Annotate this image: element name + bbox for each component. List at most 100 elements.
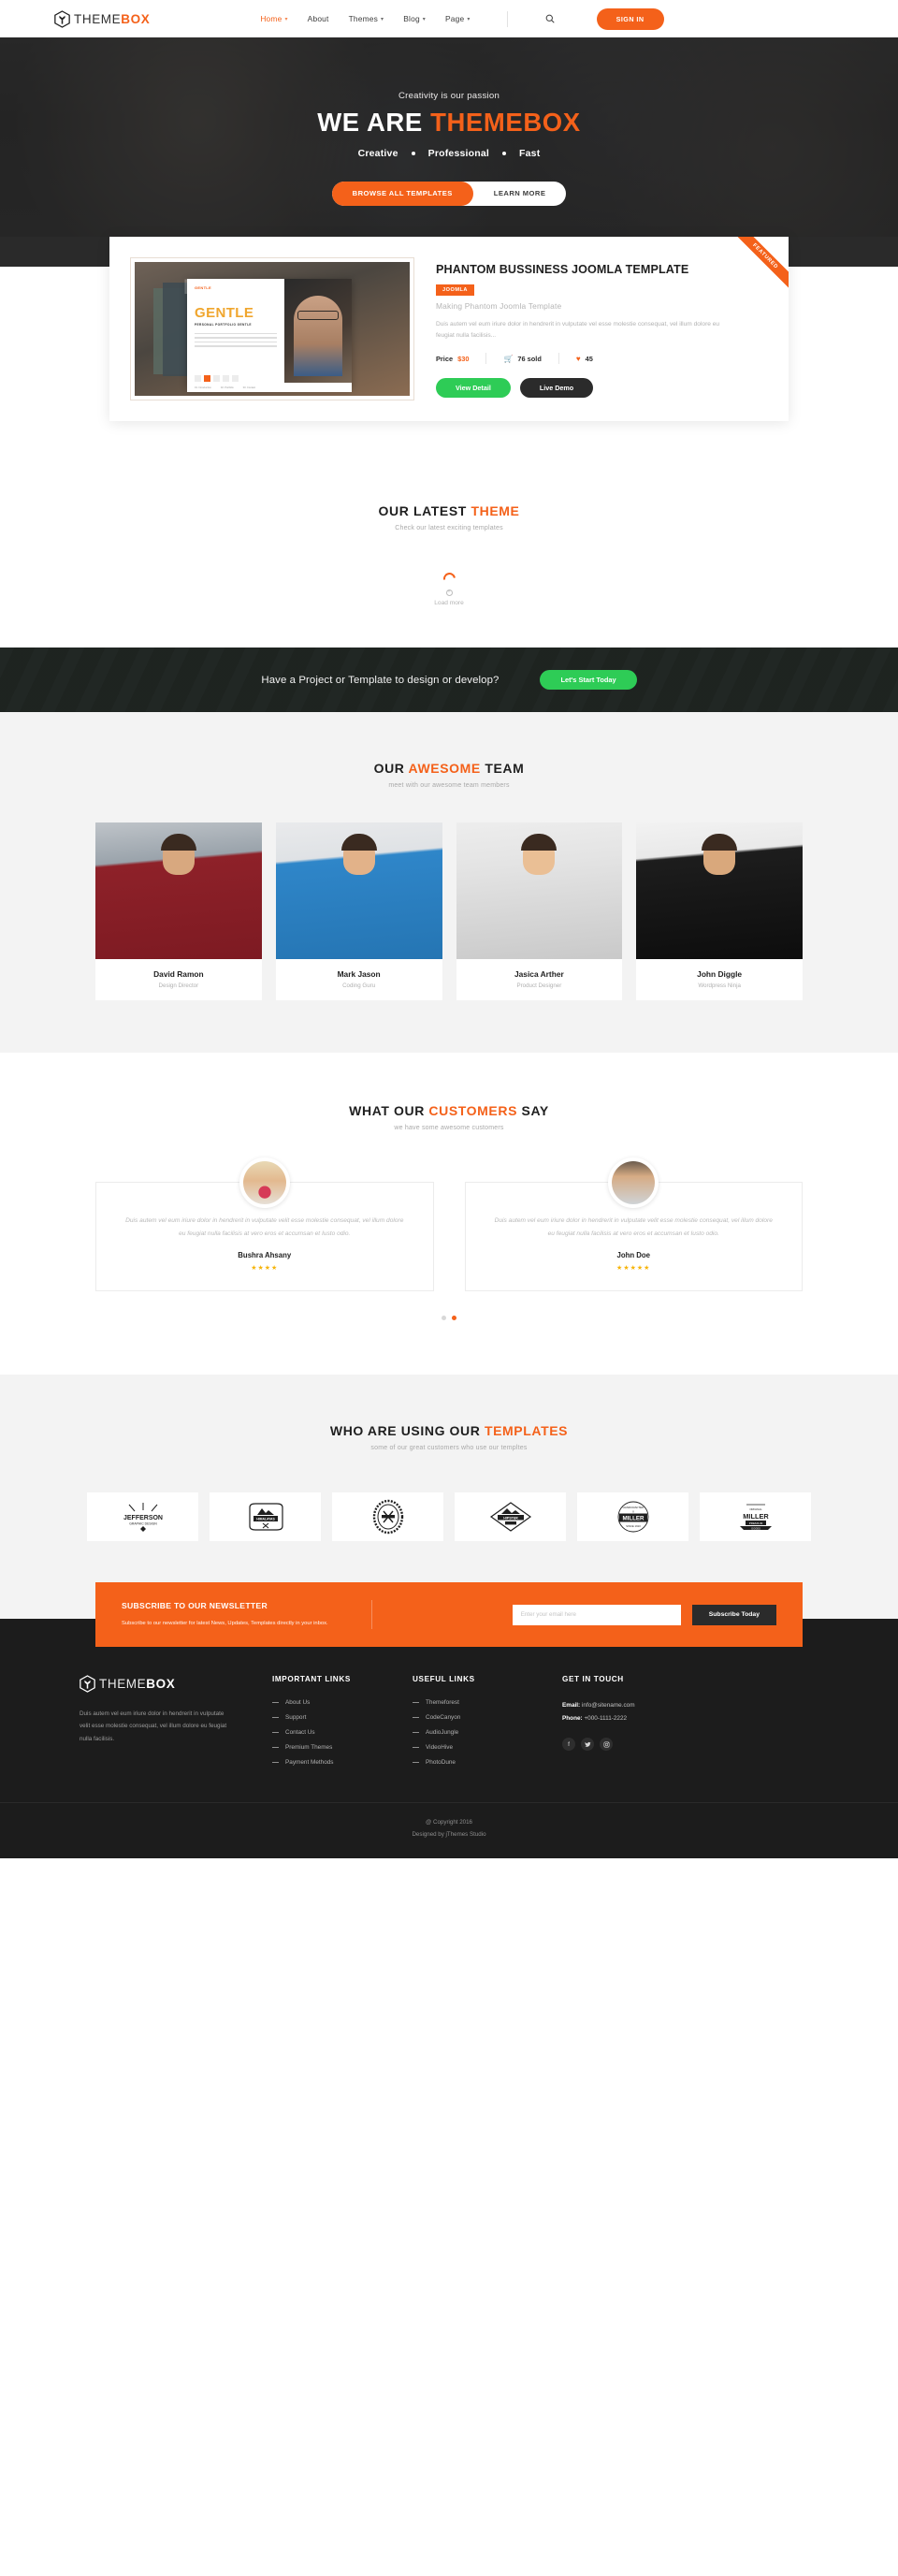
dash-icon xyxy=(272,1732,279,1734)
team-member-name: David Ramon xyxy=(153,969,204,979)
facebook-icon[interactable]: f xyxy=(562,1738,575,1752)
price-label: Price xyxy=(436,354,454,363)
email-label: Email: xyxy=(562,1702,581,1710)
client-logo-crest[interactable] xyxy=(332,1492,443,1542)
footer-link[interactable]: VideoHive xyxy=(426,1744,453,1751)
list-item[interactable]: Support xyxy=(272,1714,413,1721)
list-item[interactable]: CodeCanyon xyxy=(413,1714,562,1721)
phone-value: +000-1111-2222 xyxy=(584,1715,628,1723)
page-root: THEMEBOX Home ▾ About Themes ▾ Blog ▾ Page ▾… xyxy=(0,0,898,1859)
glasses-icon xyxy=(297,311,339,320)
dash-icon xyxy=(272,1762,279,1764)
footer-link[interactable]: CodeCanyon xyxy=(426,1714,460,1721)
newsletter-email-input[interactable] xyxy=(512,1604,681,1625)
footer-link[interactable]: Payment Methods xyxy=(285,1759,334,1766)
newsletter-form: Subscribe Today xyxy=(372,1604,776,1625)
live-demo-button[interactable]: Live Demo xyxy=(519,378,594,399)
thumb-footer: 01. Introduction 02. Portfolio 03. Conta… xyxy=(187,383,352,392)
list-item[interactable]: VideoHive xyxy=(413,1744,562,1751)
learn-more-button[interactable]: LEARN MORE xyxy=(473,182,567,206)
nav-item-themes[interactable]: Themes ▾ xyxy=(349,14,384,23)
latest-heading: OUR LATEST THEME Check our latest exciti… xyxy=(0,503,898,531)
nav-item-home[interactable]: Home ▾ xyxy=(260,14,287,23)
team-info: Mark Jason Coding Guru xyxy=(276,959,442,1000)
miller-handcrafted-logo-icon: HANDCRAFTED X MILLER SINCE 1910 xyxy=(617,1501,648,1533)
thumb-foot-item: 02. Portfolio xyxy=(220,386,234,389)
team-card[interactable]: John Diggle Wordpress Ninja xyxy=(636,822,803,1000)
price-cell: Price $30 xyxy=(436,355,485,363)
featured-section: FEATURED HELLO GENTLE GENTLE PERSONAL PO… xyxy=(0,237,898,445)
featured-thumbnail[interactable]: HELLO GENTLE GENTLE PERSONAL PORTFOLIO G… xyxy=(130,257,414,400)
svg-text:MILLER: MILLER xyxy=(743,1512,769,1521)
list-item[interactable]: About Us xyxy=(272,1699,413,1706)
instagram-icon[interactable] xyxy=(600,1738,613,1752)
footer-useful-links-col: USEFUL LINKS Themeforest CodeCanyon Audi… xyxy=(413,1675,562,1774)
browse-all-templates-button[interactable]: BROWSE ALL TEMPLATES xyxy=(331,181,473,206)
sold-count: 76 sold xyxy=(517,354,542,363)
hero-title: WE ARE THEMEBOX xyxy=(317,108,581,137)
thumb-panel-social xyxy=(195,375,239,382)
section-subtitle: we have some awesome customers xyxy=(394,1125,504,1131)
hero-tag-creative: Creative xyxy=(357,147,398,159)
price-value: $30 xyxy=(457,354,470,363)
hero-button-group: BROWSE ALL TEMPLATES LEARN MORE xyxy=(331,181,567,206)
client-logo-himalayas[interactable]: HIMALAYAS xyxy=(210,1492,321,1542)
carousel-dot[interactable] xyxy=(442,1316,446,1321)
search-icon[interactable] xyxy=(543,12,557,25)
nav-item-blog[interactable]: Blog ▾ xyxy=(403,14,426,23)
footer-link[interactable]: Contact Us xyxy=(285,1729,315,1736)
chevron-down-icon: ▾ xyxy=(381,16,384,22)
client-logo-miller-handcrafted[interactable]: HANDCRAFTED X MILLER SINCE 1910 xyxy=(577,1492,688,1542)
footer-link[interactable]: Premium Themes xyxy=(285,1744,332,1751)
themebox-logo-icon xyxy=(54,9,70,28)
crest-logo-icon xyxy=(372,1499,403,1535)
load-more-label[interactable]: Load more xyxy=(0,600,898,606)
team-card[interactable]: Mark Jason Coding Guru xyxy=(275,822,442,1000)
footer-link[interactable]: Themeforest xyxy=(426,1699,459,1706)
footer-link[interactable]: Support xyxy=(285,1714,306,1721)
team-card[interactable]: Jasica Arther Product Designer xyxy=(456,822,623,1000)
testimonial-card: Duis autem vel eum iriure dolor in hendr… xyxy=(95,1157,434,1292)
testimonial-author: Bushra Ahsany xyxy=(238,1251,292,1260)
view-detail-button[interactable]: View Detail xyxy=(436,378,511,399)
team-card[interactable]: David Ramon Design Director xyxy=(95,822,262,1000)
lets-start-today-button[interactable]: Let's Start Today xyxy=(540,670,637,690)
testimonial-quote: Duis autem vel eum iriure dolor in hendr… xyxy=(125,1217,404,1237)
themebox-logo-icon xyxy=(80,1675,95,1693)
subscribe-today-button[interactable]: Subscribe Today xyxy=(691,1604,776,1625)
load-more-area[interactable]: + Load more xyxy=(0,570,898,606)
chevron-down-icon: ▾ xyxy=(422,16,427,22)
team-photo xyxy=(636,822,803,959)
client-logo-hipster[interactable]: HIPSTER xyxy=(455,1492,566,1542)
footer-link[interactable]: PhotoDune xyxy=(426,1759,456,1766)
footer-link[interactable]: About Us xyxy=(285,1699,310,1706)
footer-contact-details: Email: info@sitename.com Phone: +000-111… xyxy=(562,1699,818,1725)
list-item[interactable]: PhotoDune xyxy=(413,1759,562,1766)
list-item[interactable]: Premium Themes xyxy=(272,1744,413,1751)
nav-item-page[interactable]: Page ▾ xyxy=(445,14,471,23)
list-item[interactable]: Contact Us xyxy=(272,1729,413,1736)
twitter-icon[interactable] xyxy=(581,1738,594,1752)
site-footer: THEMEBOX Duis autem vel eum iriure dolor… xyxy=(0,1647,898,1859)
footer-link[interactable]: AudioJungle xyxy=(426,1729,458,1736)
client-logo-miller-premium[interactable]: ORIGINAL MILLER PREMIUM GOODS xyxy=(700,1492,811,1542)
clients-heading: WHO ARE USING OUR TEMPLATES some of our … xyxy=(0,1423,898,1451)
dash-icon xyxy=(272,1717,279,1719)
signin-button[interactable]: SIGN IN xyxy=(596,7,664,30)
team-member-role: Product Designer xyxy=(516,982,562,989)
team-photo xyxy=(275,822,442,959)
footer-logo[interactable]: THEMEBOX xyxy=(80,1675,272,1693)
team-info: David Ramon Design Director xyxy=(95,959,262,1000)
featured-title: PHANTOM BUSSINESS JOOMLA TEMPLATE xyxy=(436,263,689,276)
list-item[interactable]: Payment Methods xyxy=(272,1759,413,1766)
nav-item-about[interactable]: About xyxy=(308,14,329,23)
list-item[interactable]: Themeforest xyxy=(413,1699,562,1706)
carousel-dot-active[interactable] xyxy=(452,1316,456,1321)
list-item[interactable]: AudioJungle xyxy=(413,1729,562,1736)
svg-text:HANDCRAFTED: HANDCRAFTED xyxy=(622,1506,645,1509)
testimonials-heading: WHAT OUR CUSTOMERS SAY we have some awes… xyxy=(0,1103,898,1131)
site-logo[interactable]: THEMEBOX xyxy=(54,9,150,28)
thumb-panel-headline: GENTLE xyxy=(195,305,254,321)
client-logo-jefferson[interactable]: JEFFERSON GRAPHIC DESIGN xyxy=(87,1492,198,1542)
featured-product-card: FEATURED HELLO GENTLE GENTLE PERSONAL PO… xyxy=(109,237,789,421)
